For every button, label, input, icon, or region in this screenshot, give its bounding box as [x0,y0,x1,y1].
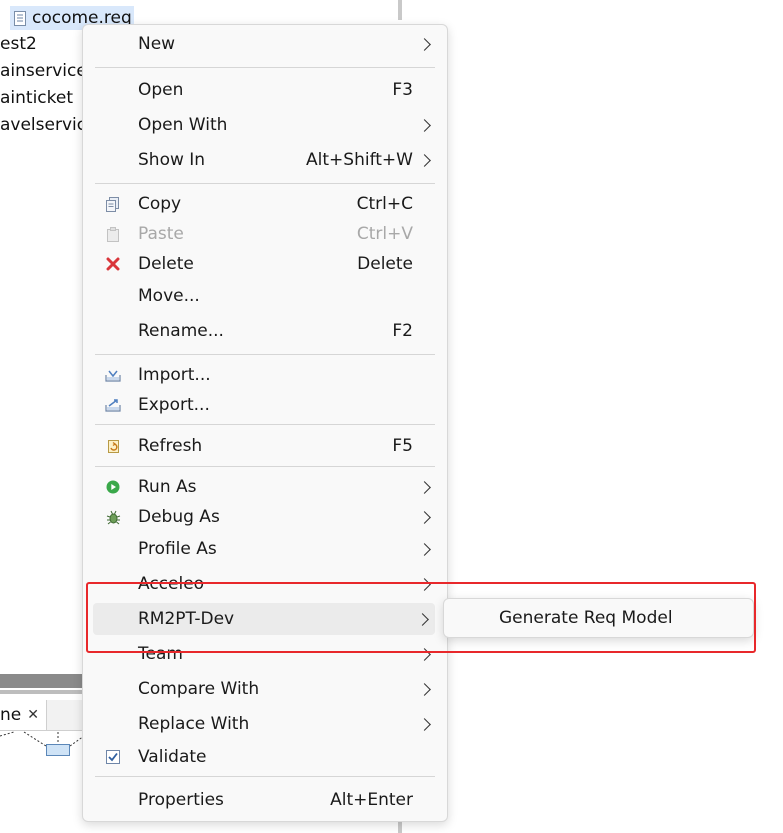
validate-icon [105,749,121,765]
paste-icon [105,226,121,242]
menu-separator [95,466,435,467]
menu-item-label: Move... [138,286,200,306]
menu-item-rename[interactable]: Rename... F2 [83,316,447,346]
menu-item-shortcut: F3 [392,80,413,100]
menu-separator [95,183,435,184]
menu-separator [95,354,435,355]
menu-item-export[interactable]: Export... [83,390,447,420]
menu-separator [95,776,435,777]
menu-item-shortcut: Delete [357,254,413,274]
import-icon [105,367,121,383]
menu-item-label: Debug As [138,507,220,527]
explorer-item[interactable]: ainservice [0,61,87,81]
close-icon[interactable]: ✕ [27,707,39,723]
menu-item-label: Show In [138,150,206,170]
tab-label: ne [0,705,22,725]
menu-item-shortcut: Alt+Enter [330,790,413,810]
chevron-right-icon [418,542,431,556]
chevron-right-icon [418,717,431,731]
menu-item-label: Properties [138,790,224,810]
menu-item-run-as[interactable]: Run As [83,472,447,502]
menu-item-compare-with[interactable]: Compare With [83,674,447,704]
menu-item-label: Open [138,80,184,100]
menu-item-label: Open With [138,115,228,135]
chevron-right-icon [418,37,431,51]
panel-scrollbar[interactable] [0,674,84,688]
panel-divider [0,690,84,694]
menu-item-debug-as[interactable]: Debug As [83,502,447,532]
screen: cocome.req est2 ainservice ainticket ave… [0,0,783,833]
menu-item-label: Compare With [138,679,260,699]
menu-item-label: New [138,34,176,54]
menu-item-properties[interactable]: Properties Alt+Enter [83,785,447,815]
menu-separator [95,424,435,425]
menu-item-label: Import... [138,365,211,385]
debug-icon [105,509,121,525]
menu-item-shortcut: Ctrl+C [356,194,413,214]
chevron-right-icon [418,480,431,494]
menu-item-validate[interactable]: Validate [83,742,447,772]
explorer-item[interactable]: ainticket [0,88,73,108]
menu-item-shortcut: Ctrl+V [356,224,413,244]
chevron-right-icon [418,118,431,132]
menu-item-move[interactable]: Move... [83,281,447,311]
chevron-right-icon [418,510,431,524]
refresh-icon [105,438,121,454]
menu-item-copy[interactable]: Copy Ctrl+C [83,189,447,219]
menu-item-label: Run As [138,477,197,497]
file-icon [14,10,26,26]
menu-item-open[interactable]: Open F3 [83,75,447,105]
menu-item-replace-with[interactable]: Replace With [83,709,447,739]
diagram-connectors [0,731,84,747]
menu-item-new[interactable]: New [83,29,447,59]
menu-item-shortcut: F2 [392,321,413,341]
menu-separator [95,67,435,68]
chevron-right-icon [418,153,431,167]
menu-item-delete[interactable]: Delete Delete [83,249,447,279]
menu-item-paste: Paste Ctrl+V [83,219,447,249]
menu-item-label: Export... [138,395,210,415]
menu-item-show-in[interactable]: Show In Alt+Shift+W [83,145,447,175]
menu-item-label: Paste [138,224,184,244]
explorer-item[interactable]: avelservic [0,115,86,135]
editor-tab[interactable]: ne ✕ [0,700,47,730]
context-menu: New Open F3 Open With Show In Alt+Shift+… [82,24,448,822]
menu-item-open-with[interactable]: Open With [83,110,447,140]
explorer-item[interactable]: est2 [0,34,37,54]
menu-item-profile-as[interactable]: Profile As [83,534,447,564]
run-icon [105,479,121,495]
menu-item-label: Validate [138,747,207,767]
menu-item-shortcut: Alt+Shift+W [306,150,413,170]
chevron-right-icon [418,682,431,696]
menu-item-label: Rename... [138,321,224,341]
diagram-node[interactable] [46,744,70,756]
menu-item-refresh[interactable]: Refresh F5 [83,431,447,461]
menu-item-import[interactable]: Import... [83,360,447,390]
menu-item-label: Replace With [138,714,250,734]
panel-divider[interactable] [398,0,402,20]
delete-icon [105,256,121,272]
menu-item-shortcut: F5 [392,436,413,456]
menu-item-label: Copy [138,194,182,214]
export-icon [105,397,121,413]
menu-item-label: Delete [138,254,194,274]
highlight-box [86,582,756,653]
menu-item-label: Refresh [138,436,203,456]
menu-item-label: Profile As [138,539,217,559]
copy-icon [105,196,121,212]
